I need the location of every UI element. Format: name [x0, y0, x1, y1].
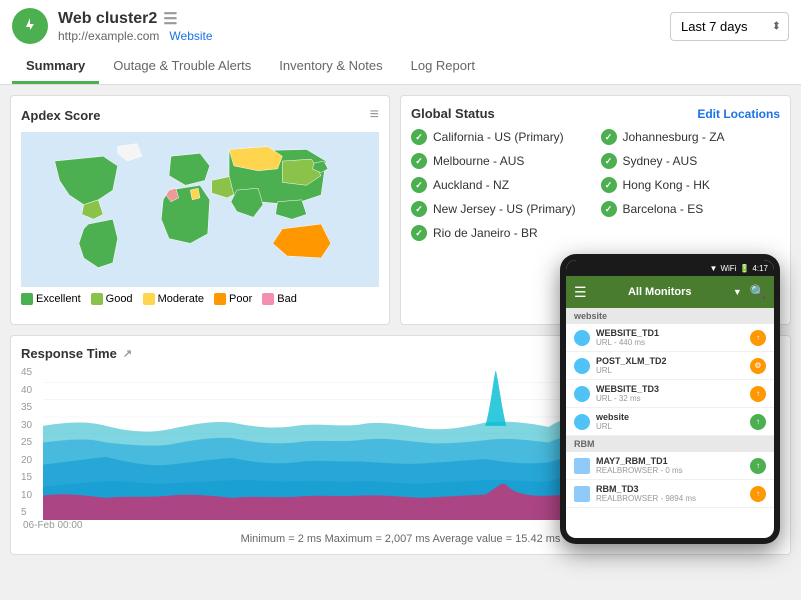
status-california: California - US (Primary) — [411, 129, 591, 145]
legend-bad: Bad — [262, 293, 297, 305]
phone-item-post-xlm[interactable]: POST_XLM_TD2 URL ⚙ — [566, 352, 774, 380]
status-barcelona: Barcelona - ES — [601, 201, 781, 217]
date-range-select[interactable]: Last 7 days Last 24 hours Last 30 days — [670, 12, 789, 41]
phone-item-info-5: MAY7_RBM_TD1 REALBROWSER - 0 ms — [596, 456, 744, 475]
main-content: Apdex Score ≡ — [0, 85, 801, 565]
phone-screen: ▼ WiFi 🔋 4:17 ☰ All Monitors ▼ 🔍 website — [566, 260, 774, 538]
menu-icon[interactable]: ☰ — [163, 9, 177, 29]
legend-excellent-dot — [21, 293, 33, 305]
legend-poor: Poor — [214, 293, 252, 305]
apdex-card: Apdex Score ≡ — [10, 95, 390, 325]
phone-item-info-3: WEBSITE_TD3 URL - 32 ms — [596, 384, 744, 403]
status-newjersey: New Jersey - US (Primary) — [411, 201, 591, 217]
date-range-wrapper[interactable]: Last 7 days Last 24 hours Last 30 days — [670, 12, 789, 41]
phone-item-rbm-td3[interactable]: RBM_TD3 REALBROWSER - 9894 ms ↑ — [566, 480, 774, 508]
tab-log[interactable]: Log Report — [397, 50, 489, 84]
phone-item-icon-3 — [574, 386, 590, 402]
status-dot-california — [411, 129, 427, 145]
legend-good: Good — [91, 293, 133, 305]
tab-inventory[interactable]: Inventory & Notes — [265, 50, 396, 84]
phone-item-icon-1 — [574, 330, 590, 346]
site-url: http://example.com Website — [58, 29, 213, 43]
phone-item-status-3: ↑ — [750, 386, 766, 402]
legend-excellent: Excellent — [21, 293, 81, 305]
phone-item-website[interactable]: website URL ↑ — [566, 408, 774, 436]
header-left: Web cluster2 ☰ http://example.com Websit… — [12, 8, 213, 44]
phone-item-status-5: ↑ — [750, 458, 766, 474]
legend-moderate: Moderate — [143, 293, 204, 305]
response-time-card: Response Time ↗ 45 40 35 30 25 20 15 10 … — [10, 335, 791, 555]
phone-item-status-2: ⚙ — [750, 358, 766, 374]
phone-item-status-6: ↑ — [750, 486, 766, 502]
header: Web cluster2 ☰ http://example.com Websit… — [0, 0, 801, 85]
phone-item-info-6: RBM_TD3 REALBROWSER - 9894 ms — [596, 484, 744, 503]
world-map — [21, 132, 379, 287]
phone-item-icon-6 — [574, 486, 590, 502]
mobile-overlay: ▼ WiFi 🔋 4:17 ☰ All Monitors ▼ 🔍 website — [560, 254, 780, 544]
legend-bad-dot — [262, 293, 274, 305]
phone-item-website-td1[interactable]: WEBSITE_TD1 URL - 440 ms ↑ — [566, 324, 774, 352]
phone-frame: ▼ WiFi 🔋 4:17 ☰ All Monitors ▼ 🔍 website — [560, 254, 780, 544]
status-auckland: Auckland - NZ — [411, 177, 591, 193]
legend-good-dot — [91, 293, 103, 305]
phone-search-icon[interactable]: 🔍 — [750, 284, 766, 300]
global-status-title: Global Status Edit Locations — [411, 106, 780, 121]
status-grid: California - US (Primary) Johannesburg -… — [411, 129, 780, 241]
phone-item-info-1: WEBSITE_TD1 URL - 440 ms — [596, 328, 744, 347]
status-dot-hongkong — [601, 177, 617, 193]
tab-outage[interactable]: Outage & Trouble Alerts — [99, 50, 265, 84]
phone-item-icon-4 — [574, 414, 590, 430]
header-top: Web cluster2 ☰ http://example.com Websit… — [12, 8, 789, 44]
apdex-title: Apdex Score ≡ — [21, 106, 379, 124]
logo-icon — [12, 8, 48, 44]
tabs: Summary Outage & Trouble Alerts Inventor… — [12, 50, 789, 84]
phone-item-website-td3[interactable]: WEBSITE_TD3 URL - 32 ms ↑ — [566, 380, 774, 408]
phone-item-info-2: POST_XLM_TD2 URL — [596, 356, 744, 375]
phone-content: website WEBSITE_TD1 URL - 440 ms ↑ — [566, 308, 774, 538]
status-riodejaneiro: Rio de Janeiro - BR — [411, 225, 591, 241]
phone-nav: ☰ All Monitors ▼ 🔍 — [566, 276, 774, 308]
status-dot-riodejaneiro — [411, 225, 427, 241]
phone-hamburger-icon[interactable]: ☰ — [574, 284, 587, 301]
external-link-icon[interactable]: ↗ — [123, 347, 132, 360]
legend-poor-dot — [214, 293, 226, 305]
site-name: Web cluster2 ☰ — [58, 9, 213, 29]
phone-dropdown-icon[interactable]: ▼ — [733, 287, 742, 297]
status-dot-barcelona — [601, 201, 617, 217]
status-sydney: Sydney - AUS — [601, 153, 781, 169]
phone-section-rbm: RBM — [566, 436, 774, 452]
status-melbourne: Melbourne - AUS — [411, 153, 591, 169]
phone-section-website: website — [566, 308, 774, 324]
phone-item-icon-2 — [574, 358, 590, 374]
phone-item-status-1: ↑ — [750, 330, 766, 346]
phone-item-status-4: ↑ — [750, 414, 766, 430]
status-hongkong: Hong Kong - HK — [601, 177, 781, 193]
status-dot-newjersey — [411, 201, 427, 217]
site-info: Web cluster2 ☰ http://example.com Websit… — [58, 9, 213, 43]
status-dot-auckland — [411, 177, 427, 193]
website-link[interactable]: Website — [169, 29, 212, 43]
status-dot-johannesburg — [601, 129, 617, 145]
phone-item-rbm-td1[interactable]: MAY7_RBM_TD1 REALBROWSER - 0 ms ↑ — [566, 452, 774, 480]
tab-summary[interactable]: Summary — [12, 50, 99, 84]
map-legend: Excellent Good Moderate Poor Bad — [21, 293, 379, 305]
status-dot-melbourne — [411, 153, 427, 169]
status-johannesburg: Johannesburg - ZA — [601, 129, 781, 145]
apdex-menu-icon[interactable]: ≡ — [370, 106, 379, 124]
y-axis-labels: 45 40 35 30 25 20 15 10 5 — [21, 365, 43, 520]
legend-moderate-dot — [143, 293, 155, 305]
phone-item-icon-5 — [574, 458, 590, 474]
phone-item-info-4: website URL — [596, 412, 744, 431]
status-dot-sydney — [601, 153, 617, 169]
phone-status-bar: ▼ WiFi 🔋 4:17 — [566, 260, 774, 276]
edit-locations-link[interactable]: Edit Locations — [697, 107, 780, 121]
